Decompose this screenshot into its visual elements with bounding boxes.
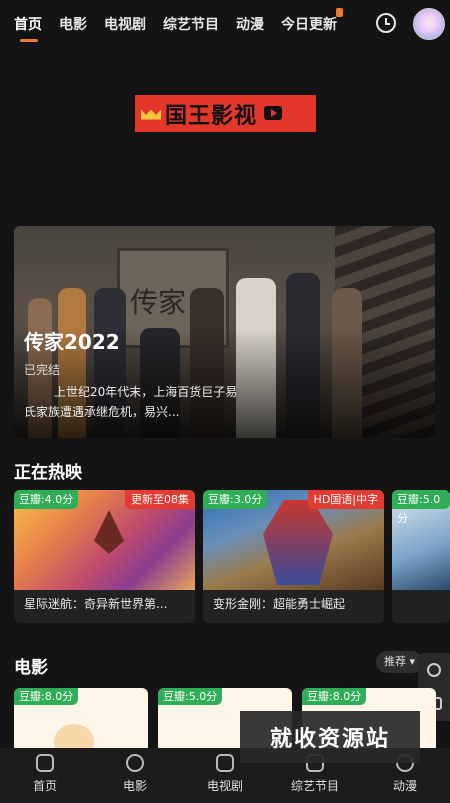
movie-title: 星际迷航：奇异新世界第... xyxy=(24,597,168,611)
banner-status: 已完结 xyxy=(24,363,61,377)
movie-card[interactable]: 豆瓣:3.0分 HD国语|中字 变形金刚：超能勇士崛起 xyxy=(203,490,384,623)
ship-art xyxy=(94,510,124,554)
movie-title: 变形金刚：超能勇士崛起 xyxy=(213,597,346,611)
quality-tag: HD国语|中字 xyxy=(307,490,384,509)
tv-icon xyxy=(216,754,234,772)
new-dot-icon xyxy=(336,8,343,17)
douban-score-badge: 豆瓣:4.0分 xyxy=(14,490,79,509)
douban-score-badge: 豆瓣:3.0分 xyxy=(203,490,268,509)
bottom-nav-movies[interactable]: 电影 xyxy=(90,748,180,803)
bottom-nav-label: 综艺节目 xyxy=(290,779,339,793)
sort-label: 推荐 xyxy=(384,655,406,668)
douban-score-badge: 豆瓣:8.0分 xyxy=(14,688,79,705)
app-logo: 国王影视 xyxy=(135,95,316,132)
banner-sign-text: 传家 xyxy=(130,286,187,319)
bottom-nav-label: 动漫 xyxy=(392,779,417,793)
movie-card[interactable]: 豆瓣:4.0分 更新至08集 星际迷航：奇异新世界第... xyxy=(14,490,195,623)
tab-anime[interactable]: 动漫 xyxy=(236,14,264,34)
film-reel-icon xyxy=(126,754,144,772)
banner-description: 上世纪20年代末，上海百货巨子易氏家族遭遇承继危机，易兴... xyxy=(24,385,238,419)
app-root: 首页 电影 电视剧 综艺节目 动漫 今日更新 国王影视 传家 传家2022 已完… xyxy=(0,0,450,803)
tab-home[interactable]: 首页 xyxy=(14,14,42,42)
crown-icon xyxy=(139,102,163,126)
sort-dropdown[interactable]: 推荐 ▾ xyxy=(376,651,424,673)
play-badge-icon xyxy=(261,103,285,125)
update-tag: 更新至08集 xyxy=(125,490,195,509)
movie-card[interactable]: 豆瓣:5.0分 xyxy=(392,490,450,623)
hero-banner[interactable]: 传家 传家2022 已完结 上世纪20年代末，上海百货巨子易氏家族遭遇承继危机，… xyxy=(14,226,435,438)
section-title-movies: 电影 xyxy=(14,658,48,678)
robot-art xyxy=(263,500,333,585)
sun-icon[interactable] xyxy=(427,663,441,677)
user-avatar[interactable] xyxy=(413,8,445,40)
banner-title: 传家2022 xyxy=(24,330,120,354)
tab-today-updates-label: 今日更新 xyxy=(281,17,337,33)
bottom-nav-label: 首页 xyxy=(32,779,57,793)
tab-tv-series[interactable]: 电视剧 xyxy=(104,14,146,34)
bottom-nav-label: 电影 xyxy=(122,779,147,793)
douban-score-badge: 豆瓣:8.0分 xyxy=(302,688,367,705)
douban-score-badge: 豆瓣:5.0分 xyxy=(158,688,223,705)
douban-score-badge: 豆瓣:5.0分 xyxy=(392,490,450,525)
logo-text: 国王影视 xyxy=(165,103,258,129)
bottom-nav-home[interactable]: 首页 xyxy=(0,748,90,803)
tab-movies[interactable]: 电影 xyxy=(59,14,87,34)
history-clock-icon[interactable] xyxy=(376,13,396,33)
watermark-text: 就收资源站 xyxy=(240,711,420,763)
section-title-now-showing: 正在热映 xyxy=(14,463,82,483)
tab-variety[interactable]: 综艺节目 xyxy=(163,14,219,34)
bottom-nav-label: 电视剧 xyxy=(206,779,243,793)
tab-today-updates[interactable]: 今日更新 xyxy=(281,8,343,34)
home-icon xyxy=(36,754,54,772)
